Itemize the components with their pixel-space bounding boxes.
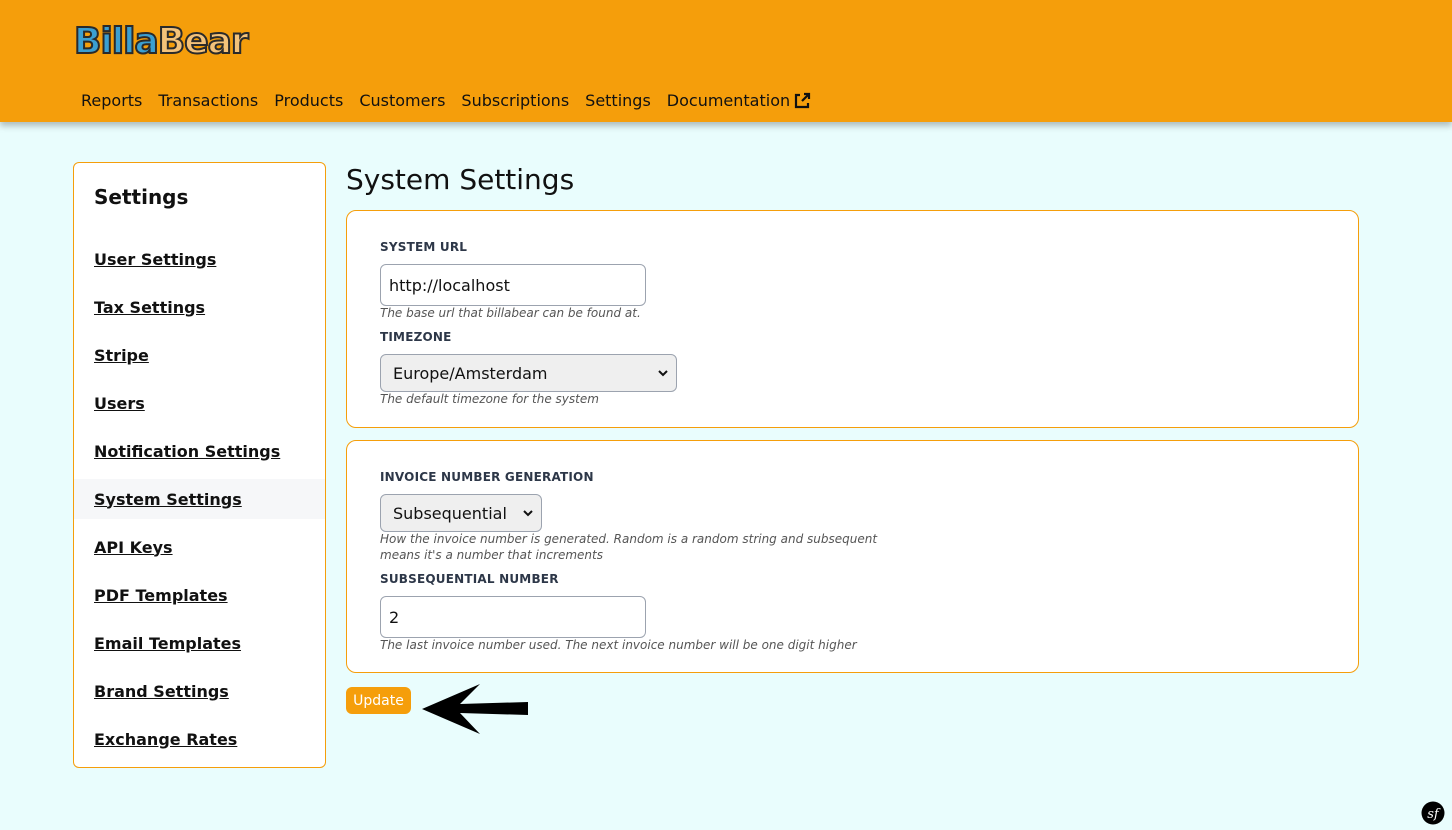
- subsequential-number-help: The last invoice number used. The next i…: [380, 638, 857, 652]
- subsequential-number-input[interactable]: [380, 596, 646, 638]
- nav-settings[interactable]: Settings: [585, 91, 651, 110]
- invoice-generation-select-value: Subsequential: [393, 503, 507, 523]
- external-link-icon: [795, 92, 811, 108]
- nav-transactions[interactable]: Transactions: [158, 91, 258, 110]
- sidebar-item-users[interactable]: Users: [74, 383, 325, 423]
- invoice-generation-help-line2: means it's a number that increments: [380, 548, 603, 562]
- invoice-generation-help: How the invoice number is generated. Ran…: [380, 531, 877, 563]
- sidebar-item-tax-settings[interactable]: Tax Settings: [74, 287, 325, 327]
- system-url-label: SYSTEM URL: [380, 240, 468, 254]
- sidebar-item-api-keys[interactable]: API Keys: [74, 527, 325, 567]
- timezone-select-value: Europe/Amsterdam: [393, 363, 548, 383]
- sidebar-item-pdf-templates[interactable]: PDF Templates: [74, 575, 325, 615]
- timezone-label: TIMEZONE: [380, 330, 452, 344]
- invoice-generation-label: INVOICE NUMBER GENERATION: [380, 470, 594, 484]
- sidebar-item-brand-settings[interactable]: Brand Settings: [74, 671, 325, 711]
- sidebar-item-exchange-rates[interactable]: Exchange Rates: [74, 719, 325, 759]
- invoice-generation-select[interactable]: Subsequential: [380, 494, 542, 532]
- sidebar-item-system-settings[interactable]: System Settings: [74, 479, 325, 519]
- symfony-toolbar-icon[interactable]: sf: [1421, 801, 1445, 825]
- sidebar-item-user-settings[interactable]: User Settings: [74, 239, 325, 279]
- nav-products[interactable]: Products: [274, 91, 343, 110]
- update-button[interactable]: Update: [346, 687, 411, 714]
- timezone-help: The default timezone for the system: [380, 392, 599, 406]
- settings-sidebar: Settings User Settings Tax Settings Stri…: [73, 162, 326, 768]
- sidebar-item-email-templates[interactable]: Email Templates: [74, 623, 325, 663]
- nav-customers[interactable]: Customers: [359, 91, 445, 110]
- sidebar-title: Settings: [94, 185, 189, 209]
- chevron-down-icon: [658, 370, 668, 377]
- page-title: System Settings: [346, 163, 575, 196]
- chevron-down-icon: [523, 510, 533, 517]
- system-url-help: The base url that billabear can be found…: [380, 306, 641, 320]
- invoice-generation-help-line1: How the invoice number is generated. Ran…: [380, 532, 878, 546]
- nav-documentation[interactable]: Documentation: [667, 91, 811, 110]
- nav-documentation-label: Documentation: [666, 91, 791, 110]
- subsequential-number-label: SUBSEQUENTIAL NUMBER: [380, 572, 559, 586]
- nav-subscriptions[interactable]: Subscriptions: [461, 91, 569, 110]
- timezone-select[interactable]: Europe/Amsterdam: [380, 354, 677, 392]
- arrow-left-icon: [422, 684, 528, 734]
- main-nav: Reports Transactions Products Customers …: [81, 91, 811, 110]
- top-header: BillaBear Reports Transactions Products …: [0, 0, 1452, 122]
- system-card: SYSTEM URL The base url that billabear c…: [346, 210, 1359, 428]
- sidebar-item-stripe[interactable]: Stripe: [74, 335, 325, 375]
- sidebar-item-notification-settings[interactable]: Notification Settings: [74, 431, 325, 471]
- invoice-card: INVOICE NUMBER GENERATION Subsequential …: [346, 440, 1359, 673]
- nav-reports[interactable]: Reports: [81, 91, 142, 110]
- billabear-logo[interactable]: BillaBear: [73, 20, 250, 64]
- system-url-input[interactable]: [380, 264, 646, 306]
